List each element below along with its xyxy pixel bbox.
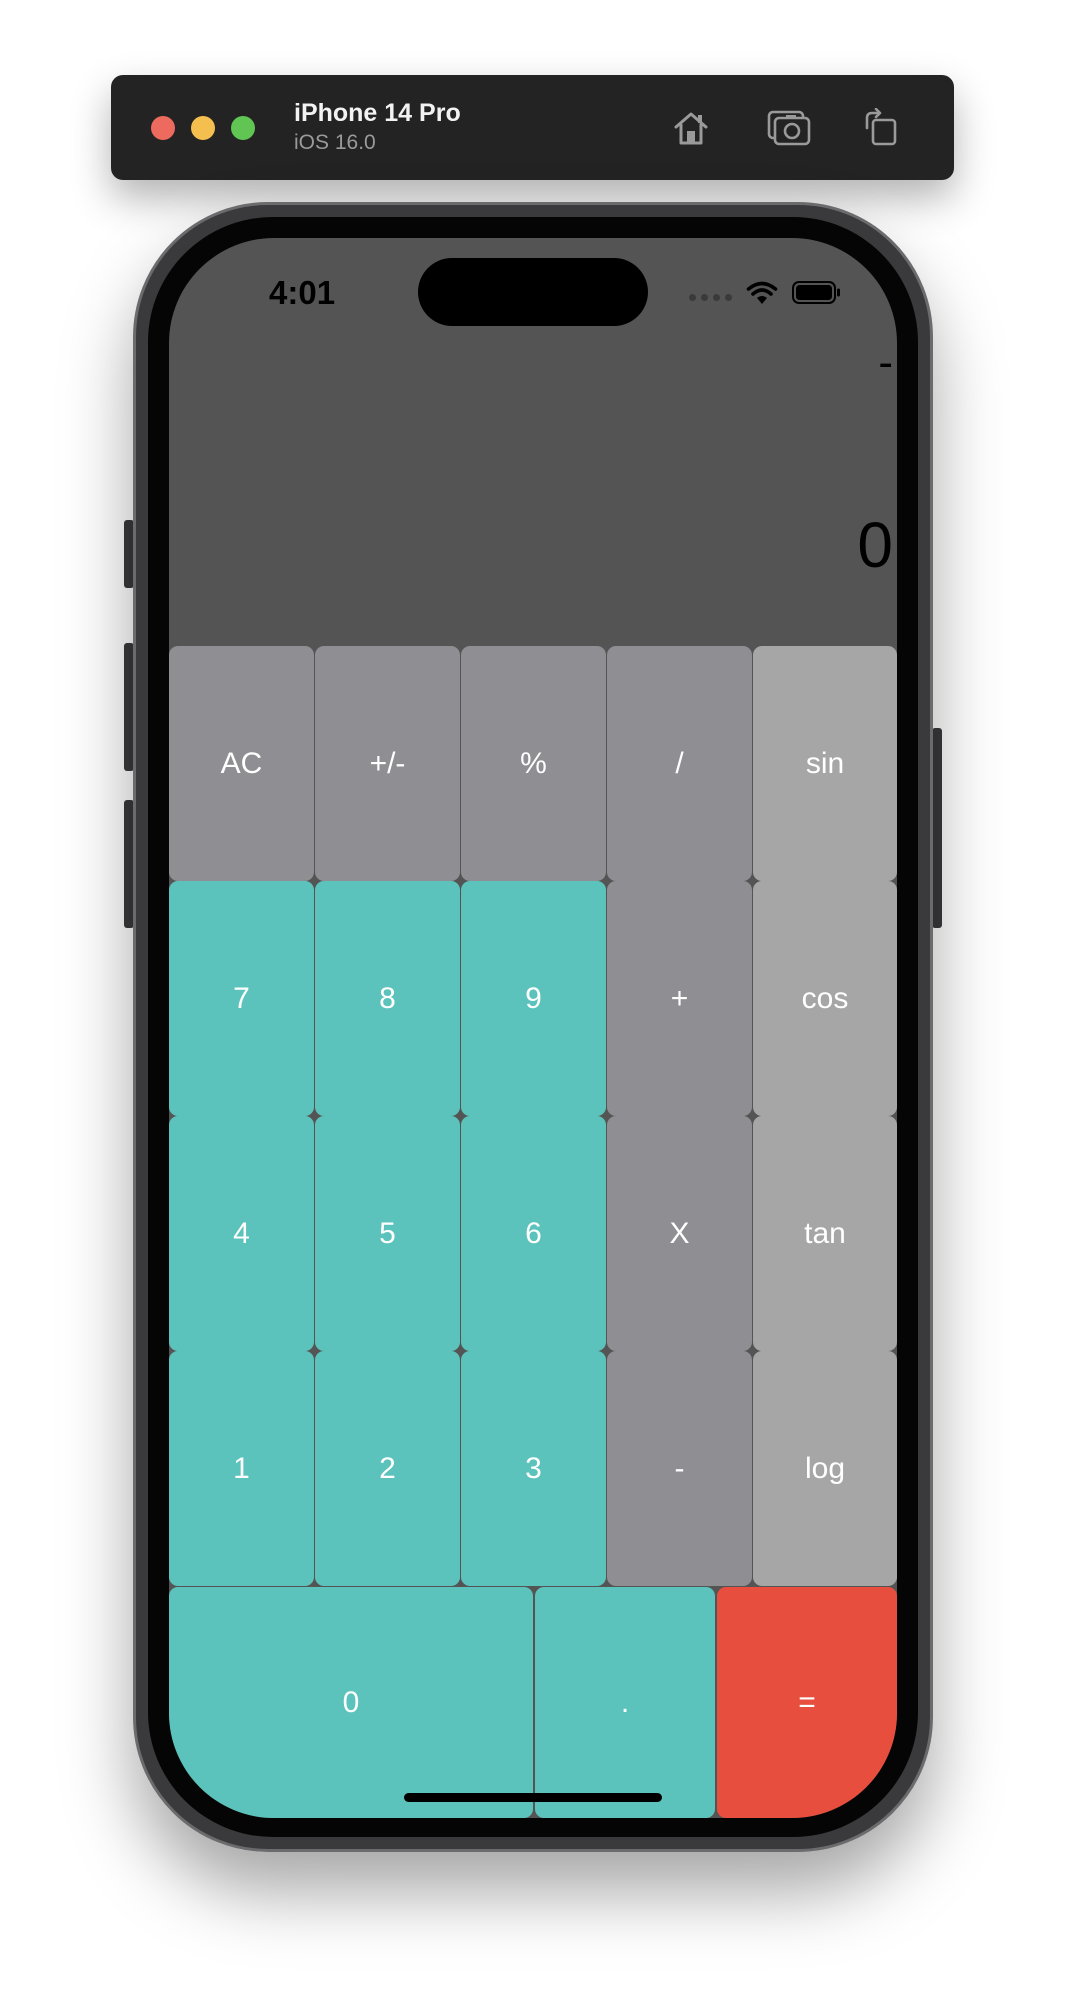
digit-0-button[interactable]: 0 xyxy=(169,1587,533,1818)
power-button xyxy=(932,728,942,928)
sin-button[interactable]: sin xyxy=(753,646,897,881)
device-name: iPhone 14 Pro xyxy=(294,99,461,127)
digit-8-button[interactable]: 8 xyxy=(315,881,460,1116)
home-indicator[interactable] xyxy=(404,1793,662,1802)
divide-button[interactable]: / xyxy=(607,646,752,881)
add-button[interactable]: + xyxy=(607,881,752,1116)
sign-toggle-button[interactable]: +/- xyxy=(315,646,460,881)
digit-6-button[interactable]: 6 xyxy=(461,1116,606,1351)
digit-3-button[interactable]: 3 xyxy=(461,1351,606,1586)
calculator-screen: 4:01 - 0 AC +/- % / sin 7 8 9 + cos 4 5 … xyxy=(169,238,897,1818)
tan-button[interactable]: tan xyxy=(753,1116,897,1351)
result-display: 0 xyxy=(857,509,893,581)
digit-7-button[interactable]: 7 xyxy=(169,881,314,1116)
cos-button[interactable]: cos xyxy=(753,881,897,1116)
status-time: 4:01 xyxy=(269,274,336,311)
rotate-button[interactable] xyxy=(856,103,906,153)
digit-5-button[interactable]: 5 xyxy=(315,1116,460,1351)
screenshot-icon xyxy=(767,110,811,146)
keypad: AC +/- % / sin 7 8 9 + cos 4 5 6 X tan 1… xyxy=(169,646,897,1818)
log-button[interactable]: log xyxy=(753,1351,897,1586)
all-clear-button[interactable]: AC xyxy=(169,646,314,881)
percent-button[interactable]: % xyxy=(461,646,606,881)
home-button[interactable] xyxy=(666,103,716,153)
zoom-window-button[interactable] xyxy=(231,116,255,140)
minimize-window-button[interactable] xyxy=(191,116,215,140)
home-icon xyxy=(674,112,708,145)
wifi-icon xyxy=(746,281,778,304)
decimal-button[interactable]: . xyxy=(535,1587,715,1818)
digit-4-button[interactable]: 4 xyxy=(169,1116,314,1351)
os-version: iOS 16.0 xyxy=(294,131,376,154)
equals-button[interactable]: = xyxy=(717,1587,897,1818)
dynamic-island xyxy=(418,258,648,326)
battery-icon xyxy=(792,281,840,304)
screenshot-button[interactable] xyxy=(765,103,815,153)
digit-9-button[interactable]: 9 xyxy=(461,881,606,1116)
rotate-icon xyxy=(865,108,897,146)
expression-display: - xyxy=(878,338,893,387)
multiply-button[interactable]: X xyxy=(607,1116,752,1351)
digit-2-button[interactable]: 2 xyxy=(315,1351,460,1586)
status-icons xyxy=(689,280,842,306)
simulator-toolbar: iPhone 14 Pro iOS 16.0 xyxy=(111,75,954,180)
digit-1-button[interactable]: 1 xyxy=(169,1351,314,1586)
subtract-button[interactable]: - xyxy=(607,1351,752,1586)
cellular-signal-icon xyxy=(689,293,732,301)
close-window-button[interactable] xyxy=(151,116,175,140)
